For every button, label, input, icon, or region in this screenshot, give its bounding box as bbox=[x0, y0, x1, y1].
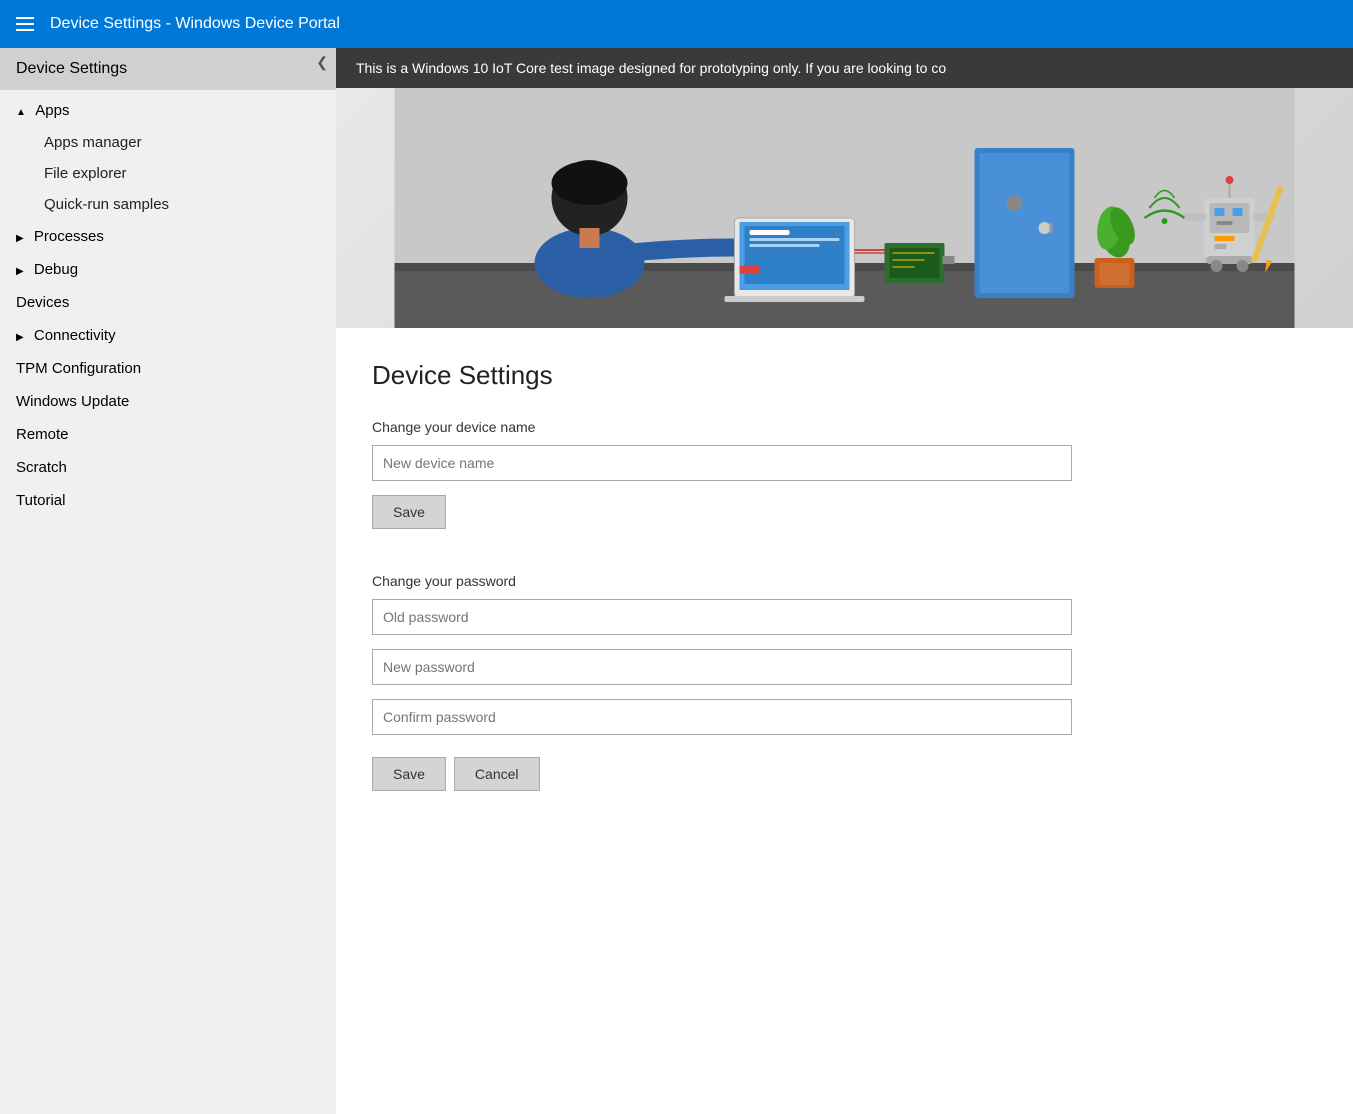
page-title: Device Settings bbox=[372, 360, 1317, 391]
new-password-input[interactable] bbox=[372, 649, 1072, 685]
sidebar: ❮ Device Settings Apps Apps manager File… bbox=[0, 48, 336, 1114]
sidebar-item-remote[interactable]: Remote bbox=[0, 418, 336, 451]
sidebar-item-tpm-configuration[interactable]: TPM Configuration bbox=[0, 352, 336, 385]
device-name-save-button[interactable]: Save bbox=[372, 495, 446, 529]
old-password-input[interactable] bbox=[372, 599, 1072, 635]
device-name-input[interactable] bbox=[372, 445, 1072, 481]
password-label: Change your password bbox=[372, 573, 1317, 589]
sidebar-collapse-button[interactable]: ❮ bbox=[316, 54, 328, 71]
header-title: Device Settings - Windows Device Portal bbox=[50, 15, 340, 33]
hamburger-menu-icon[interactable] bbox=[16, 17, 34, 31]
device-name-section: Change your device name Save bbox=[372, 419, 1317, 553]
header-bar: Device Settings - Windows Device Portal bbox=[0, 0, 1353, 48]
sidebar-item-quick-run-samples[interactable]: Quick-run samples bbox=[0, 189, 336, 220]
password-section: Change your password Save Cancel bbox=[372, 573, 1317, 815]
sidebar-item-scratch[interactable]: Scratch bbox=[0, 451, 336, 484]
sidebar-item-apps[interactable]: Apps bbox=[0, 94, 336, 127]
sidebar-item-debug[interactable]: Debug bbox=[0, 253, 336, 286]
form-content: Device Settings Change your device name … bbox=[336, 328, 1353, 1114]
confirm-password-input[interactable] bbox=[372, 699, 1072, 735]
sidebar-item-tutorial[interactable]: Tutorial bbox=[0, 484, 336, 517]
sidebar-item-devices[interactable]: Devices bbox=[0, 286, 336, 319]
device-name-label: Change your device name bbox=[372, 419, 1317, 435]
password-cancel-button[interactable]: Cancel bbox=[454, 757, 540, 791]
sidebar-item-processes[interactable]: Processes bbox=[0, 220, 336, 253]
sidebar-item-connectivity[interactable]: Connectivity bbox=[0, 319, 336, 352]
sidebar-item-windows-update[interactable]: Windows Update bbox=[0, 385, 336, 418]
password-save-button[interactable]: Save bbox=[372, 757, 446, 791]
sidebar-item-apps-manager[interactable]: Apps manager bbox=[0, 127, 336, 158]
hero-illustration bbox=[336, 88, 1353, 328]
sidebar-device-settings-label[interactable]: Device Settings bbox=[0, 48, 336, 90]
content-area: This is a Windows 10 IoT Core test image… bbox=[336, 48, 1353, 1114]
warning-banner: This is a Windows 10 IoT Core test image… bbox=[336, 48, 1353, 88]
main-layout: ❮ Device Settings Apps Apps manager File… bbox=[0, 48, 1353, 1114]
sidebar-item-file-explorer[interactable]: File explorer bbox=[0, 158, 336, 189]
